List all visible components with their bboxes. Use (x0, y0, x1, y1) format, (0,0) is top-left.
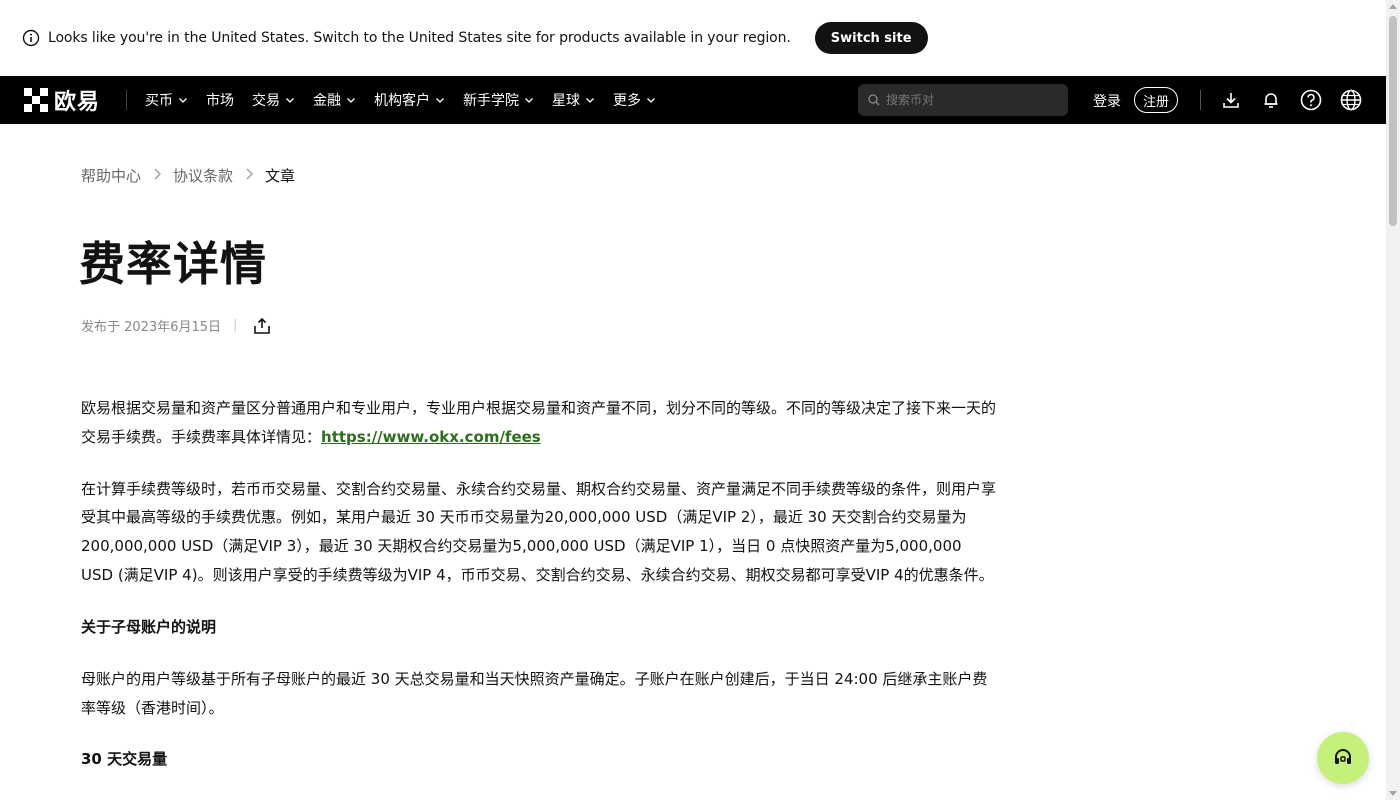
article-paragraph: 在计算手续费等级时，若币币交易量、交割合约交易量、永续合约交易量、期权合约交易量… (81, 479, 997, 584)
breadcrumb-item-help-center[interactable]: 帮助中心 (81, 165, 141, 186)
nav-item-label: 更多 (613, 93, 642, 109)
breadcrumb-item-terms[interactable]: 协议条款 (173, 165, 233, 186)
download-icon[interactable] (1220, 89, 1242, 111)
fees-link[interactable]: https://www.okx.com/fees (321, 428, 541, 446)
chevron-down-icon (525, 98, 533, 103)
search-input[interactable] (886, 93, 1056, 107)
nav-item[interactable]: 市场 (206, 90, 234, 110)
chevron-down-icon (179, 98, 187, 103)
share-icon[interactable] (253, 317, 271, 335)
scrollbar[interactable] (1386, 0, 1400, 800)
nav-item[interactable]: 金融 (313, 90, 356, 110)
page-title: 费率详情 (79, 237, 267, 291)
support-chat-button[interactable] (1317, 732, 1369, 784)
nav-item-label: 交易 (252, 93, 281, 109)
article-body: 欧易根据交易量和资产量区分普通用户和专业用户，专业用户根据交易量和资产量不同，划… (81, 394, 996, 797)
section-heading: 30 天交易量 (81, 750, 168, 769)
breadcrumb: 帮助中心 协议条款 文章 (81, 165, 295, 186)
nav-item-label: 金融 (313, 93, 342, 109)
logo-text: 欧易 (54, 90, 101, 115)
region-banner-message: Looks like you're in the United States. … (48, 30, 791, 46)
chevron-down-icon (286, 98, 294, 103)
article-paragraph: 欧易根据交易量和资产量区分普通用户和专业用户，专业用户根据交易量和资产量不同，划… (81, 394, 996, 452)
nav-item[interactable]: 机构客户 (374, 90, 445, 110)
globe-icon[interactable] (1340, 89, 1362, 111)
section-heading: 关于子母账户的说明 (81, 617, 217, 636)
logo[interactable]: 欧易 (24, 84, 100, 116)
scroll-down-icon[interactable] (1389, 791, 1397, 796)
bell-icon[interactable] (1260, 89, 1282, 111)
nav-item[interactable]: 星球 (552, 90, 595, 110)
switch-site-button[interactable]: Switch site (814, 22, 928, 54)
okx-logo-icon (24, 88, 48, 112)
nav-item-label: 星球 (552, 93, 581, 109)
breadcrumb-current: 文章 (265, 167, 296, 185)
nav-item[interactable]: 交易 (252, 90, 295, 110)
signup-button[interactable]: 注册 (1134, 87, 1179, 113)
nav-item-label: 机构客户 (374, 93, 431, 109)
chevron-down-icon (436, 98, 444, 103)
headset-icon (1335, 749, 1351, 764)
scroll-up-icon[interactable] (1389, 4, 1397, 9)
article-paragraph: 母账户的用户等级基于所有子母账户的最近 30 天总交易量和当天快照资产量确定。子… (81, 669, 988, 717)
region-banner: Looks like you're in the United States. … (0, 0, 1386, 76)
nav-divider (1200, 90, 1201, 110)
article-meta: 发布于 2023年6月15日 | (81, 316, 271, 335)
chevron-down-icon (647, 98, 655, 103)
top-navigation: 欧易 买币 市场 交易 金融 机构客户 新手学院 星球 更多 登录 注册 (0, 76, 1386, 124)
chevron-right-icon (245, 168, 253, 184)
search-box[interactable] (858, 84, 1068, 116)
login-link[interactable]: 登录 (1093, 91, 1121, 111)
search-icon (868, 94, 880, 106)
chevron-down-icon (586, 98, 594, 103)
nav-item[interactable]: 买币 (145, 90, 188, 110)
nav-item-label: 新手学院 (463, 93, 520, 109)
info-icon (22, 29, 40, 47)
chevron-down-icon (347, 98, 355, 103)
meta-divider: | (233, 318, 238, 333)
nav-item-label: 买币 (145, 93, 174, 109)
help-icon[interactable] (1300, 89, 1322, 111)
publish-date: 发布于 2023年6月15日 (81, 320, 222, 335)
nav-menu: 买币 市场 交易 金融 机构客户 新手学院 星球 更多 (145, 90, 674, 110)
scrollbar-thumb[interactable] (1389, 16, 1397, 226)
nav-divider (126, 90, 128, 110)
nav-item[interactable]: 更多 (613, 90, 656, 110)
nav-item-label: 市场 (206, 93, 235, 109)
chevron-right-icon (153, 168, 161, 184)
nav-item[interactable]: 新手学院 (463, 90, 534, 110)
